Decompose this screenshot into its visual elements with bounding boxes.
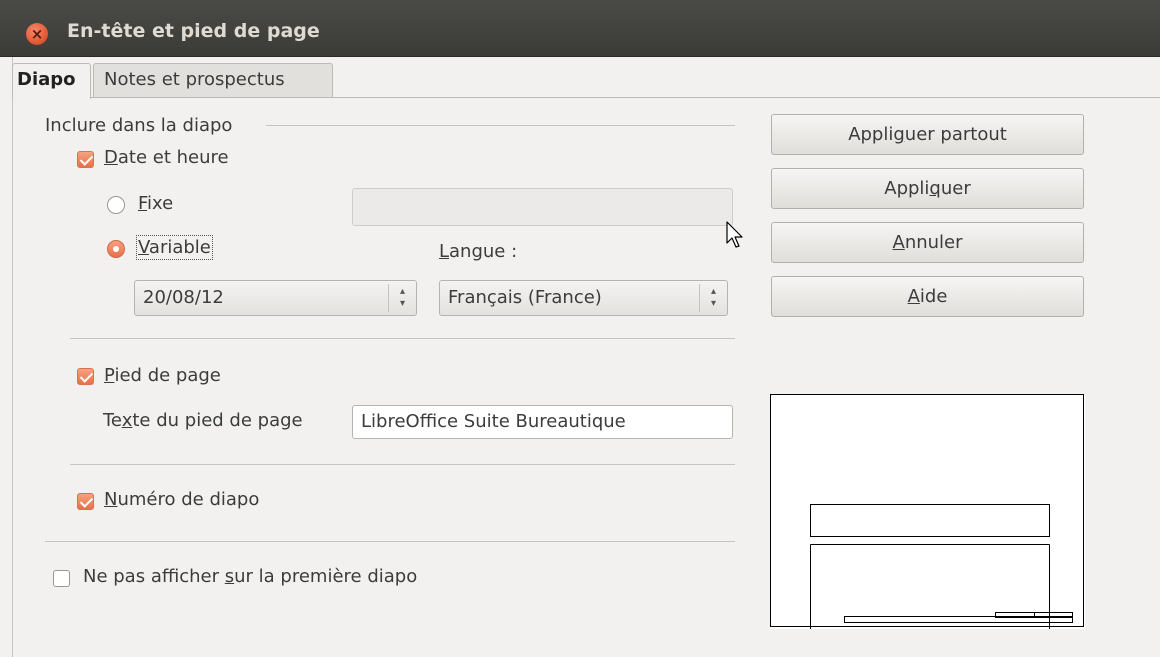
fixed-date-input[interactable]	[352, 188, 733, 226]
help-button[interactable]: Aide	[771, 276, 1084, 317]
date-time-checkbox[interactable]	[77, 151, 94, 168]
language-select[interactable]: Français (France) ▴ ▾	[439, 280, 728, 316]
hide-first-slide-label[interactable]: Ne pas afficher sur la première diapo	[83, 566, 417, 587]
apply-button[interactable]: Appliquer	[771, 168, 1084, 209]
language-value: Français (France)	[448, 287, 602, 308]
slide-number-label[interactable]: Numéro de diapo	[104, 489, 259, 510]
tab-label: Diapo	[17, 69, 76, 90]
variable-radio[interactable]	[107, 240, 125, 258]
spin-arrows-icon[interactable]: ▴ ▾	[699, 284, 727, 312]
footer-label[interactable]: Pied de page	[104, 365, 221, 386]
tab-label: Notes et prospectus	[104, 69, 285, 90]
slide-number-checkbox[interactable]	[77, 493, 94, 510]
tab-diapo[interactable]: Diapo	[12, 63, 91, 99]
section-divider	[70, 338, 735, 339]
group-divider	[266, 125, 735, 126]
tab-notes-prospectus[interactable]: Notes et prospectus	[93, 63, 333, 97]
window-title: En-tête et pied de page	[67, 20, 320, 42]
cancel-button[interactable]: Annuler	[771, 222, 1084, 263]
date-format-value: 20/08/12	[143, 287, 224, 308]
apply-all-button[interactable]: Appliguer partout	[771, 114, 1084, 155]
fixed-label[interactable]: Fixe	[138, 193, 173, 214]
slide-preview	[770, 394, 1085, 629]
footer-text-label: Texte du pied de page	[103, 410, 303, 431]
title-bar: × En-tête et pied de page	[0, 0, 1160, 57]
preview-background	[770, 394, 1085, 629]
mouse-pointer-icon	[726, 221, 743, 248]
footer-text-input[interactable]: LibreOffice Suite Bureautique	[352, 405, 733, 439]
spin-arrows-icon[interactable]: ▴ ▾	[388, 284, 416, 312]
date-time-label[interactable]: Date et heure	[104, 147, 229, 168]
section-divider	[45, 541, 735, 542]
date-format-select[interactable]: 20/08/12 ▴ ▾	[134, 280, 417, 316]
include-group-label: Inclure dans la diapo	[45, 115, 233, 136]
hide-first-slide-checkbox[interactable]	[53, 570, 70, 587]
close-icon[interactable]: ×	[26, 23, 48, 45]
fixed-radio[interactable]	[107, 196, 125, 214]
footer-checkbox[interactable]	[77, 368, 94, 385]
section-divider	[70, 464, 735, 465]
variable-label[interactable]: Variable	[136, 235, 213, 260]
language-label: Langue :	[439, 241, 518, 262]
